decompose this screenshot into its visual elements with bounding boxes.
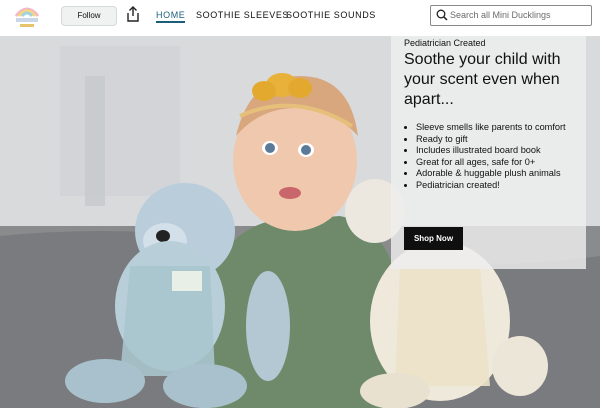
search-input[interactable] [450, 7, 584, 23]
hero-eyebrow: Pediatrician Created [404, 38, 486, 48]
nav-soothie-sleeves[interactable]: SOOTHIE SLEEVES [196, 10, 289, 20]
hero-headline: Soothe your child with your scent even w… [404, 51, 561, 108]
share-icon[interactable] [125, 5, 141, 23]
search-box[interactable] [430, 5, 592, 26]
search-icon [436, 9, 448, 21]
feature-item: Ready to gift [416, 134, 592, 146]
hero-banner: Pediatrician Created Soothe your child w… [0, 36, 600, 408]
nav-home[interactable]: HOME [156, 10, 186, 23]
store-header: Follow HOME SOOTHIE SLEEVES SOOTHIE SOUN… [0, 0, 600, 34]
feature-list: Sleeve smells like parents to comfort Re… [404, 122, 592, 191]
shop-now-button[interactable]: Shop Now [404, 227, 463, 250]
feature-item: Pediatrician created! [416, 180, 592, 192]
feature-item: Great for all ages, safe for 0+ [416, 157, 592, 169]
feature-item: Adorable & huggable plush animals [416, 168, 592, 180]
feature-item: Includes illustrated board book [416, 145, 592, 157]
nav-soothie-sounds[interactable]: SOOTHIE SOUNDS [286, 10, 376, 20]
feature-item: Sleeve smells like parents to comfort [416, 122, 592, 134]
follow-button[interactable]: Follow [61, 6, 117, 26]
hero-text-panel: Pediatrician Created Soothe your child w… [391, 36, 586, 269]
brand-logo[interactable] [12, 2, 42, 30]
